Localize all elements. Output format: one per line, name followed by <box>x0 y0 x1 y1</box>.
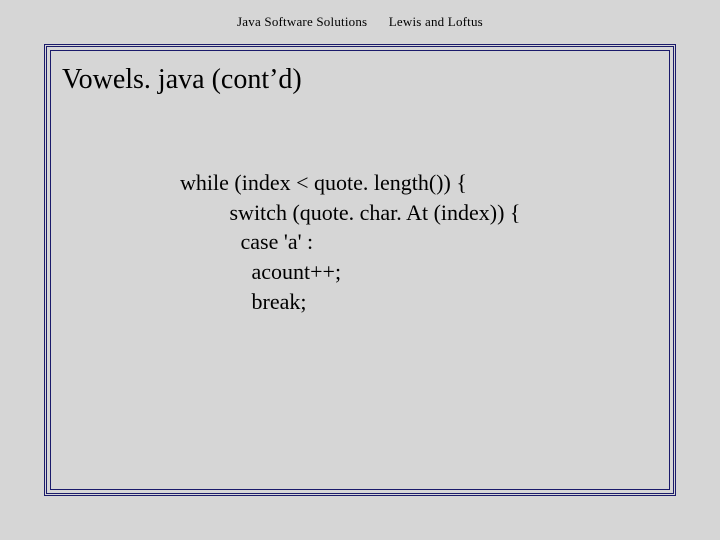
page-header: Java Software Solutions Lewis and Loftus <box>0 14 720 30</box>
header-book-title: Java Software Solutions <box>237 14 367 30</box>
header-authors: Lewis and Loftus <box>389 14 483 30</box>
code-line: switch (quote. char. At (index)) { <box>180 200 520 225</box>
code-line: case 'a' : <box>180 229 313 254</box>
code-line: acount++; <box>180 259 341 284</box>
slide-title: Vowels. java (cont’d) <box>62 64 302 96</box>
code-line: while (index < quote. length()) { <box>180 170 467 195</box>
slide-page: Java Software Solutions Lewis and Loftus… <box>0 0 720 540</box>
code-block: while (index < quote. length()) { switch… <box>180 168 520 316</box>
code-line: break; <box>180 289 306 314</box>
